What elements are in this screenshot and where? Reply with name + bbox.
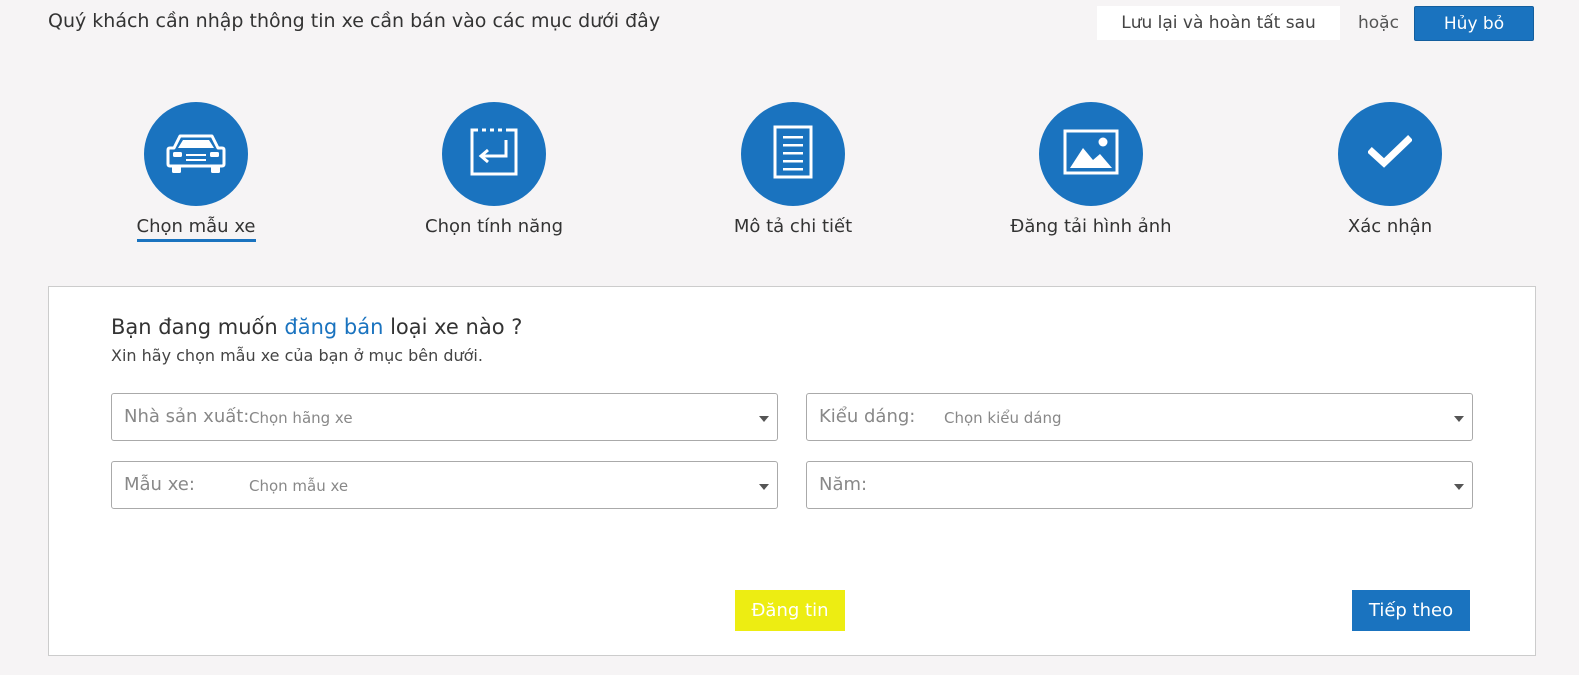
step-circle <box>1039 102 1143 206</box>
year-select[interactable]: Năm: <box>806 461 1473 509</box>
manufacturer-select[interactable]: Nhà sản xuất: Chọn hãng xe <box>111 393 778 441</box>
form-title-suffix: loại xe nào ? <box>383 315 523 339</box>
step-label: Đăng tải hình ảnh <box>1010 216 1172 237</box>
form-title-highlight: đăng bán <box>284 315 384 339</box>
year-label: Năm: <box>819 474 868 495</box>
form-title: Bạn đang muốn đăng bán loại xe nào ? <box>111 315 522 339</box>
manufacturer-label: Nhà sản xuất: <box>124 406 250 427</box>
top-bar: Quý khách cần nhập thông tin xe cần bán … <box>0 0 1579 50</box>
save-later-button[interactable]: Lưu lại và hoàn tất sau <box>1097 6 1340 40</box>
model-value: Chọn mẫu xe <box>249 477 349 495</box>
step-label: Xác nhận <box>1347 216 1433 237</box>
step-circle <box>442 102 546 206</box>
car-icon <box>166 130 226 178</box>
step-confirm[interactable]: Xác nhận <box>1270 102 1510 239</box>
step-circle <box>1338 102 1442 206</box>
post-listing-button[interactable]: Đăng tin <box>735 590 845 631</box>
step-choose-features[interactable]: Chọn tính năng <box>374 102 614 239</box>
form-subtitle: Xin hãy chọn mẫu xe của bạn ở mục bên dư… <box>111 346 483 365</box>
step-upload-images[interactable]: Đăng tải hình ảnh <box>971 102 1211 239</box>
document-icon <box>773 125 813 183</box>
image-icon <box>1063 129 1119 179</box>
step-circle <box>741 102 845 206</box>
enter-key-icon <box>468 126 520 182</box>
step-choose-model[interactable]: Chọn mẫu xe <box>76 102 316 242</box>
vehicle-form-panel: Bạn đang muốn đăng bán loại xe nào ? Xin… <box>48 286 1536 656</box>
chevron-down-icon <box>1454 484 1464 490</box>
chevron-down-icon <box>759 484 769 490</box>
checkmark-icon <box>1367 135 1413 173</box>
body-style-label: Kiểu dáng: <box>819 406 916 427</box>
page-title: Quý khách cần nhập thông tin xe cần bán … <box>48 10 661 32</box>
step-label: Mô tả chi tiết <box>733 216 853 237</box>
chevron-down-icon <box>759 416 769 422</box>
body-style-value: Chọn kiểu dáng <box>944 409 1062 427</box>
cancel-button[interactable]: Hủy bỏ <box>1414 6 1534 41</box>
form-title-prefix: Bạn đang muốn <box>111 315 285 339</box>
manufacturer-value: Chọn hãng xe <box>249 409 353 427</box>
body-style-select[interactable]: Kiểu dáng: Chọn kiểu dáng <box>806 393 1473 441</box>
or-text: hoặc <box>1358 13 1399 33</box>
next-button[interactable]: Tiếp theo <box>1352 590 1470 631</box>
step-circle <box>144 102 248 206</box>
step-label: Chọn mẫu xe <box>136 216 256 242</box>
model-select[interactable]: Mẫu xe: Chọn mẫu xe <box>111 461 778 509</box>
step-label: Chọn tính năng <box>425 216 563 237</box>
chevron-down-icon <box>1454 416 1464 422</box>
model-label: Mẫu xe: <box>124 474 195 495</box>
step-detail-description[interactable]: Mô tả chi tiết <box>673 102 913 239</box>
